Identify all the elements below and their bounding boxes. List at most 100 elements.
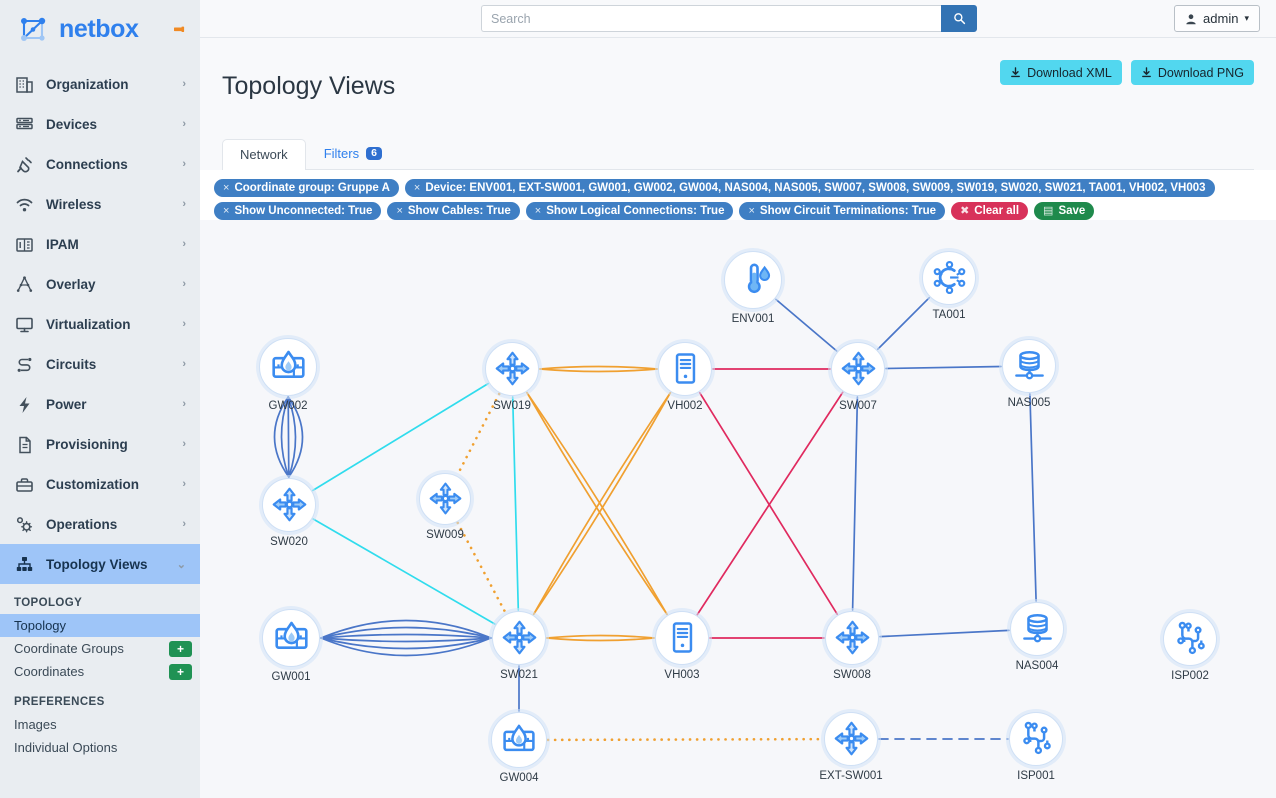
topology-node-sw020[interactable] [262, 477, 316, 532]
topology-link[interactable] [696, 391, 844, 615]
search-input[interactable] [481, 5, 941, 32]
sidebar-item-power[interactable]: Power › [0, 384, 200, 424]
sidebar-item-virtualization[interactable]: Virtualization › [0, 304, 200, 344]
topology-node-vh003[interactable] [655, 610, 709, 665]
topology-link[interactable] [851, 395, 859, 611]
chip-remove-icon[interactable]: × [748, 205, 754, 217]
topology-link[interactable] [312, 382, 489, 491]
topology-link[interactable] [698, 391, 839, 615]
tab-filters[interactable]: Filters 6 [306, 138, 400, 169]
chip-remove-icon[interactable]: × [396, 205, 402, 217]
filter-chip[interactable]: ✖ Clear all [951, 201, 1029, 220]
user-icon [1186, 13, 1196, 24]
sidebar-item-customization[interactable]: Customization › [0, 464, 200, 504]
topology-node-ta001[interactable] [922, 250, 976, 305]
sidebar-subitem-coordinate-groups[interactable]: Coordinate Groups + [0, 637, 200, 660]
chip-remove-icon[interactable]: × [223, 182, 229, 194]
filter-chip[interactable]: × Show Logical Connections: True [525, 201, 734, 220]
topology-link[interactable] [312, 517, 496, 625]
topology-canvas[interactable]: ENV001 TA001 GW002 SW019 VH002 SW007 NAS005 SW0… [200, 219, 1276, 798]
topology-node-ext-sw001[interactable] [824, 711, 878, 766]
search-button[interactable] [941, 5, 977, 32]
sidebar-item-wireless[interactable]: Wireless › [0, 184, 200, 224]
topology-node-nas004[interactable] [1010, 601, 1064, 656]
chevron-icon: › [182, 278, 186, 290]
user-menu-button[interactable]: admin ▾ [1174, 5, 1260, 32]
monitor-icon [15, 317, 33, 332]
chip-remove-icon[interactable]: ✖ [960, 204, 969, 217]
topology-link[interactable] [546, 636, 655, 641]
chip-remove-icon[interactable]: × [223, 205, 229, 217]
add-button[interactable]: + [169, 640, 192, 657]
firewall-icon [274, 621, 308, 649]
filter-chip[interactable]: × Device: ENV001, EXT-SW001, GW001, GW002… [404, 178, 1215, 197]
topology-link[interactable] [1029, 392, 1037, 602]
topology-node-sw008[interactable] [825, 610, 879, 665]
sidebar-item-provisioning[interactable]: Provisioning › [0, 424, 200, 464]
topology-link[interactable] [876, 296, 931, 350]
filter-chip[interactable]: × Show Circuit Terminations: True [739, 201, 946, 220]
sidebar-item-ipam[interactable]: IPAM › [0, 224, 200, 264]
topology-link[interactable] [320, 636, 492, 642]
filter-chip[interactable]: ▤ Save [1034, 201, 1095, 220]
filter-chip[interactable]: × Show Unconnected: True [214, 201, 382, 220]
topology-link[interactable] [539, 365, 658, 370]
topology-link[interactable] [532, 391, 672, 615]
topology-node-sw021[interactable] [492, 610, 546, 665]
sidebar-item-overlay[interactable]: Overlay › [0, 264, 200, 304]
topology-node-isp001[interactable] [1009, 711, 1063, 766]
topology-node-isp002[interactable] [1163, 611, 1217, 666]
sidebar-item-topology-views[interactable]: Topology Views ⌄ [0, 544, 200, 584]
sidebar-item-label: Devices [46, 116, 98, 132]
download-png-button[interactable]: Download PNG [1130, 60, 1254, 85]
sidebar-subitem-individual-options[interactable]: Individual Options [0, 736, 200, 759]
topology-link[interactable] [885, 365, 1002, 369]
topology-link[interactable] [775, 298, 838, 352]
sidebar-item-circuits[interactable]: Circuits › [0, 344, 200, 384]
download-xml-button[interactable]: Download XML [1000, 60, 1122, 85]
topology-node-nas005[interactable] [1002, 338, 1056, 393]
tab-network[interactable]: Network [222, 138, 306, 170]
topology-node-sw009[interactable] [419, 472, 471, 525]
topology-link[interactable] [511, 395, 520, 611]
topbar: admin ▾ [200, 0, 1276, 38]
sidebar-item-devices[interactable]: Devices › [0, 104, 200, 144]
brand[interactable]: netbox [0, 0, 200, 58]
topology-node-gw001[interactable] [262, 608, 320, 667]
filter-chip[interactable]: × Coordinate group: Gruppe A [214, 178, 399, 197]
brand-name: netbox [59, 14, 139, 43]
topology-node-sw007[interactable] [831, 341, 885, 396]
topology-link[interactable] [879, 629, 1010, 637]
add-button[interactable]: + [169, 663, 192, 680]
topology-link[interactable] [532, 391, 672, 615]
sidebar-subitem-topology[interactable]: Topology [0, 614, 200, 637]
chip-remove-icon[interactable]: × [535, 205, 541, 217]
topology-link[interactable] [546, 737, 825, 741]
sidebar-item-organization[interactable]: Organization › [0, 64, 200, 104]
sidebar-subitem-coordinates[interactable]: Coordinates + [0, 660, 200, 683]
topology-link[interactable] [546, 634, 655, 639]
topology-link[interactable] [526, 391, 668, 615]
sidebar-section-heading: TOPOLOGY [14, 597, 83, 609]
topology-node-gw002[interactable] [259, 337, 317, 396]
chip-label: Show Circuit Terminations: True [759, 204, 937, 217]
sidebar-item-label: Organization [46, 76, 129, 92]
chevron-down-icon: ▾ [1244, 13, 1249, 23]
chip-remove-icon[interactable]: ▤ [1043, 204, 1053, 217]
topology-node-gw004[interactable] [491, 711, 547, 768]
topology-link[interactable] [539, 367, 658, 372]
sidebar-subitem-images[interactable]: Images [0, 713, 200, 736]
topology-link[interactable] [456, 521, 508, 615]
chip-remove-icon[interactable]: × [414, 182, 420, 194]
topology-link[interactable] [526, 391, 668, 615]
topology-link[interactable] [287, 395, 290, 478]
topology-link[interactable] [320, 633, 492, 639]
topology-link[interactable] [456, 392, 501, 476]
topology-node-sw019[interactable] [485, 341, 539, 396]
topology-node-env001[interactable] [724, 250, 782, 309]
filter-chip[interactable]: × Show Cables: True [387, 201, 520, 220]
topology-node-vh002[interactable] [658, 341, 712, 396]
sidebar-item-operations[interactable]: Operations › [0, 504, 200, 544]
pin-icon[interactable] [172, 22, 186, 36]
sidebar-item-connections[interactable]: Connections › [0, 144, 200, 184]
